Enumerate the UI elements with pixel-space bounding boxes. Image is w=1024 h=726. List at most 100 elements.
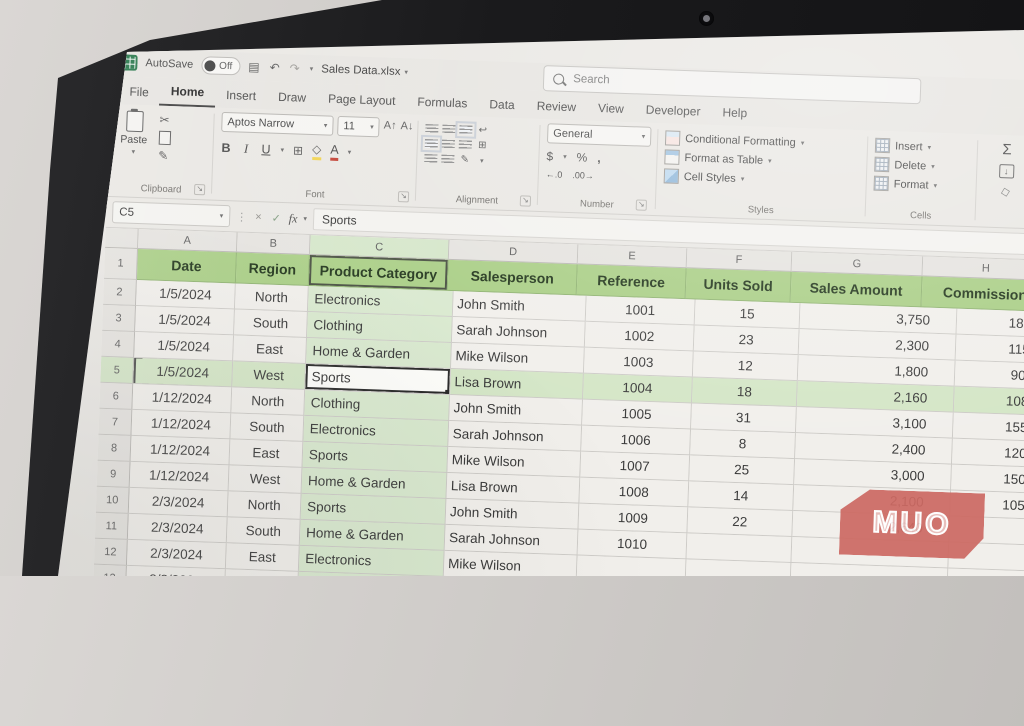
cell-F7[interactable]: 8 xyxy=(690,429,796,459)
orientation-icon[interactable]: ✎ xyxy=(460,155,469,165)
cell-B4[interactable]: East xyxy=(233,335,307,364)
cell-A6[interactable]: 1/12/2024 xyxy=(132,384,232,413)
cell-C5[interactable]: Sports xyxy=(305,364,451,395)
cell-F13[interactable] xyxy=(685,585,791,615)
cell-B10[interactable]: North xyxy=(228,491,302,520)
currency-icon[interactable]: $ xyxy=(546,149,553,163)
italic-button[interactable]: I xyxy=(240,141,252,156)
cell-E8[interactable]: 1007 xyxy=(580,452,690,482)
row-header-11[interactable]: 11 xyxy=(95,513,129,540)
row-header-4[interactable]: 4 xyxy=(101,331,135,358)
row-header-13[interactable]: 13 xyxy=(93,565,127,592)
fill-color-icon[interactable]: ◇ xyxy=(312,143,322,160)
row-header-12[interactable]: 12 xyxy=(94,539,128,566)
row-header-8[interactable]: 8 xyxy=(98,435,132,462)
shrink-font-icon[interactable]: A↓ xyxy=(400,118,414,138)
cell-F1[interactable]: Units Sold xyxy=(686,268,792,303)
cut-icon[interactable]: ✂ xyxy=(159,114,171,126)
bold-button[interactable]: B xyxy=(220,141,231,155)
cell-D1[interactable]: Salesperson xyxy=(448,260,578,295)
select-all-corner[interactable] xyxy=(105,228,139,249)
autosum-icon[interactable]: Σ xyxy=(1002,141,1012,158)
cell-F12[interactable] xyxy=(686,559,792,589)
row-header-6[interactable]: 6 xyxy=(99,383,133,410)
row-header-1[interactable]: 1 xyxy=(104,248,138,280)
cell-E12[interactable] xyxy=(577,556,687,586)
cell-F8[interactable]: 25 xyxy=(689,455,795,485)
cell-A12[interactable]: 2/3/2024 xyxy=(127,540,227,569)
number-format-select[interactable]: General ▾ xyxy=(547,123,652,147)
cell-E1[interactable]: Reference xyxy=(577,264,687,299)
increase-indent-icon[interactable] xyxy=(441,155,454,164)
cell-D12[interactable]: Mike Wilson xyxy=(444,551,578,582)
clipboard-launcher-icon[interactable]: ↘ xyxy=(194,184,205,195)
cells-insert-button[interactable]: Insert▾ xyxy=(875,138,971,156)
cell-C1[interactable]: Product Category xyxy=(309,255,449,291)
cell-A2[interactable]: 1/5/2024 xyxy=(136,280,236,309)
cell-B13[interactable]: West xyxy=(225,569,299,598)
align-right-icon[interactable] xyxy=(459,140,472,149)
styles-cell-styles-button[interactable]: Cell Styles▾ xyxy=(664,168,860,190)
fill-down-icon[interactable]: ↓ xyxy=(999,164,1014,179)
cancel-icon[interactable]: × xyxy=(253,211,264,223)
cell-G13[interactable] xyxy=(790,589,948,620)
comma-style-icon[interactable]: , xyxy=(597,151,601,165)
cell-A9[interactable]: 1/12/2024 xyxy=(130,462,230,491)
cell-B3[interactable]: South xyxy=(234,309,308,338)
tab-data[interactable]: Data xyxy=(478,93,526,119)
cell-A10[interactable]: 2/3/2024 xyxy=(129,488,229,517)
cell-E3[interactable]: 1002 xyxy=(585,322,695,352)
cell-A5[interactable]: 1/5/2024 xyxy=(133,358,233,387)
wrap-text-icon[interactable]: ↩ xyxy=(478,125,487,135)
cell-B8[interactable]: East xyxy=(230,439,304,468)
cell-H12[interactable] xyxy=(947,569,1024,599)
cell-B9[interactable]: West xyxy=(229,465,303,494)
cell-F10[interactable]: 22 xyxy=(687,507,793,537)
styles-conditional-formatting-button[interactable]: Conditional Formatting▾ xyxy=(665,130,861,152)
cell-B1[interactable]: Region xyxy=(236,252,310,286)
cell-C13[interactable] xyxy=(298,572,444,603)
cell-E7[interactable]: 1006 xyxy=(581,426,691,456)
alignment-launcher-icon[interactable]: ↘ xyxy=(520,195,531,206)
resize-handle-icon[interactable]: ⋮ xyxy=(236,210,247,223)
row-header-3[interactable]: 3 xyxy=(102,305,136,332)
underline-button[interactable]: U xyxy=(260,142,271,156)
tab-file[interactable]: File xyxy=(118,80,160,105)
number-launcher-icon[interactable]: ↘ xyxy=(636,199,647,210)
document-title[interactable]: Sales Data.xlsx ▾ xyxy=(321,63,408,78)
undo-icon[interactable]: ↶ xyxy=(269,62,279,74)
row-header-2[interactable]: 2 xyxy=(103,279,137,306)
cell-G12[interactable] xyxy=(791,563,949,594)
cell-A4[interactable]: 1/5/2024 xyxy=(134,332,234,361)
cell-F14[interactable] xyxy=(684,611,790,641)
cell-E10[interactable]: 1009 xyxy=(578,504,688,534)
cell-E9[interactable]: 1008 xyxy=(579,478,689,508)
tab-review[interactable]: Review xyxy=(525,94,587,120)
cell-G14[interactable] xyxy=(789,615,947,646)
search-input[interactable] xyxy=(571,72,855,96)
cell-A13[interactable]: 2/3/2024 xyxy=(126,566,226,595)
cell-F5[interactable]: 18 xyxy=(692,377,798,407)
merge-center-icon[interactable]: ⊞ xyxy=(478,140,487,150)
percent-icon[interactable]: % xyxy=(576,150,587,164)
cell-F3[interactable]: 23 xyxy=(694,326,800,356)
cells-delete-button[interactable]: Delete▾ xyxy=(874,157,970,175)
styles-format-as-table-button[interactable]: Format as Table▾ xyxy=(664,149,860,171)
fill-handle[interactable] xyxy=(445,390,450,395)
cell-A7[interactable]: 1/12/2024 xyxy=(131,410,231,439)
cell-A3[interactable]: 1/5/2024 xyxy=(135,306,235,335)
copy-icon[interactable] xyxy=(159,131,171,145)
cell-A1[interactable]: Date xyxy=(137,249,237,283)
increase-decimal-icon[interactable]: ←.0 xyxy=(546,169,563,180)
row-header-10[interactable]: 10 xyxy=(96,487,130,514)
clear-icon[interactable]: ◇ xyxy=(999,183,1011,199)
autosave-toggle[interactable]: Off xyxy=(201,56,241,75)
save-icon[interactable]: ▤ xyxy=(248,61,260,73)
cell-E11[interactable]: 1010 xyxy=(578,530,688,560)
enter-icon[interactable]: ✓ xyxy=(269,211,283,224)
cell-B11[interactable]: South xyxy=(227,517,301,546)
cell-F4[interactable]: 12 xyxy=(693,351,799,381)
cell-F2[interactable]: 15 xyxy=(695,300,801,330)
font-launcher-icon[interactable]: ↘ xyxy=(398,191,409,202)
name-box[interactable]: C5 ▾ xyxy=(112,201,231,227)
